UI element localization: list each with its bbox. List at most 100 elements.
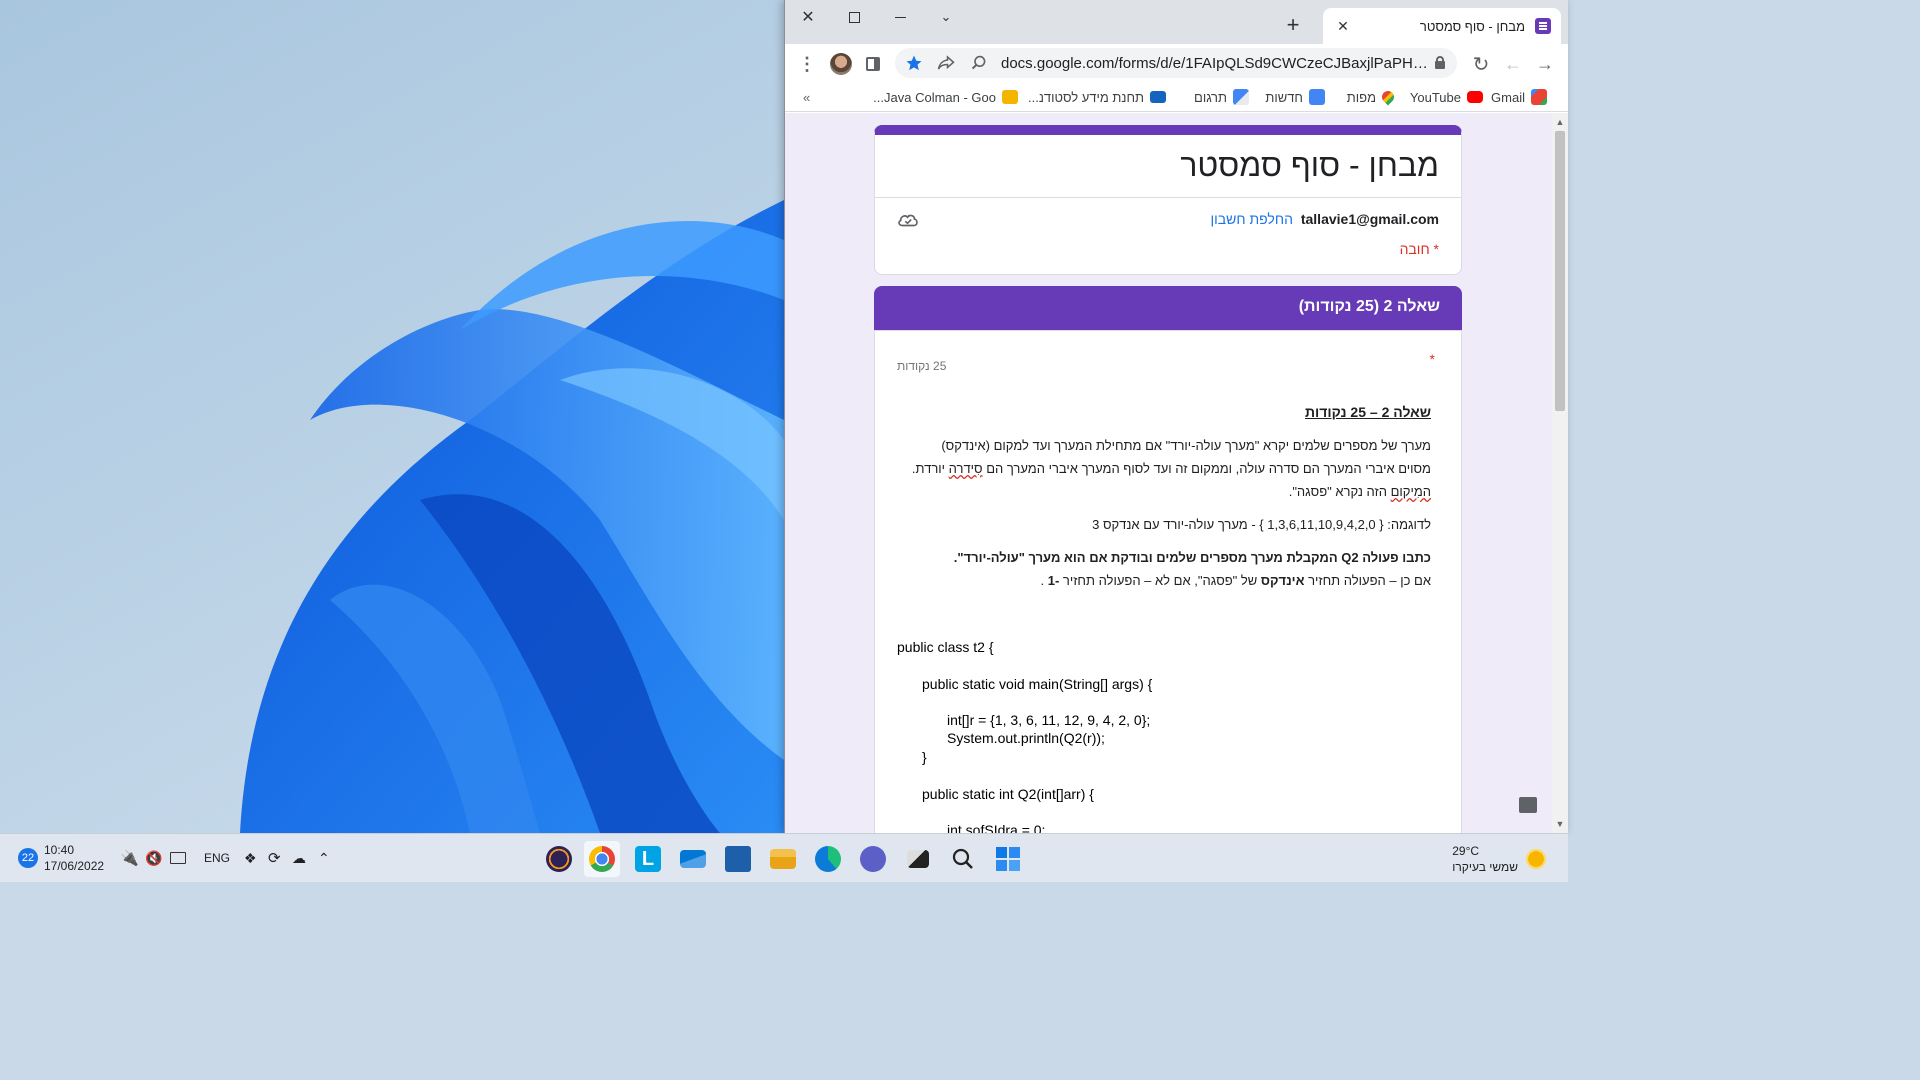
lock-icon[interactable]	[1435, 56, 1445, 69]
task-text: של "פסגה", אם לא – הפעולה תחזיר	[1062, 573, 1258, 588]
question-card: * 25 נקודות שאלה 2 – 25 נקודות מערך של מ…	[874, 330, 1462, 833]
feedback-icon[interactable]	[1519, 797, 1537, 813]
question-description: מערך של מספרים שלמים יקרא "מערך עולה-יור…	[907, 434, 1431, 503]
bookmark-label: מפות	[1346, 89, 1376, 105]
bookmark-label: Gmail	[1491, 89, 1525, 105]
bookmark-label: תחנת מידע לסטודנ...	[1028, 89, 1144, 105]
browser-toolbar: ⋮ docs.google.com/forms/d/e/1FAIpQLSd9CW…	[785, 44, 1568, 82]
description-text: הזה נקרא "פסגה".	[1288, 484, 1387, 499]
code-line: public static void main(String[] args) {	[922, 676, 1153, 692]
bookmark-star-icon[interactable]	[905, 54, 923, 72]
back-icon[interactable]: ←	[1499, 50, 1527, 78]
chrome-icon[interactable]	[584, 841, 620, 877]
question-example: לדוגמה: { 1,3,6,11,10,9,4,2,0 } - מערך ע…	[1092, 517, 1431, 532]
mail-icon[interactable]	[675, 841, 711, 877]
reload-icon[interactable]: ↻	[1467, 50, 1495, 78]
bookmark-gmail[interactable]: Gmail	[1491, 88, 1547, 106]
portal-icon	[1150, 91, 1166, 103]
description-text: מערך של מספרים שלמים יקרא "מערך עולה-יור…	[941, 438, 1431, 476]
notification-count: 22	[18, 848, 38, 868]
page-scrollbar[interactable]: ▲ ▼	[1552, 113, 1568, 833]
tab-close-icon[interactable]: ✕	[1333, 18, 1353, 35]
tab-active[interactable]: מבחן - סוף סמסטר ✕	[1323, 8, 1561, 44]
zoom-search-icon[interactable]	[971, 55, 987, 71]
store-icon[interactable]	[720, 841, 756, 877]
file-explorer-icon[interactable]	[765, 841, 801, 877]
menu-kebab-icon[interactable]: ⋮	[793, 50, 821, 78]
weather-desc: שמשי בעיקרו	[1452, 860, 1518, 874]
scroll-thumb[interactable]	[1555, 131, 1565, 411]
clock[interactable]: 10:40 17/06/2022	[44, 842, 104, 874]
minimize-icon[interactable]	[877, 4, 923, 30]
scroll-down-icon[interactable]: ▼	[1552, 817, 1568, 831]
slides-icon	[1002, 90, 1018, 104]
maximize-icon[interactable]	[831, 4, 877, 30]
search-icon[interactable]	[945, 841, 981, 877]
code-line: int[]r = {1, 3, 6, 11, 12, 9, 4, 2, 0};	[947, 712, 1151, 728]
task-view-icon[interactable]	[900, 841, 936, 877]
question-points: 25 נקודות	[897, 359, 947, 373]
bookmark-translate[interactable]: תרגום	[1194, 88, 1249, 106]
maps-icon	[1379, 88, 1397, 106]
bookmark-portal[interactable]: תחנת מידע לסטודנ...	[1028, 88, 1166, 106]
misspelled-word: סִידרה	[948, 461, 983, 476]
weather-widget[interactable]: 29°C שמשי בעיקרו	[1452, 842, 1546, 876]
side-panel-icon[interactable]	[859, 50, 887, 78]
task-bold-text: כתבו פעולה Q2 המקבלת מערך מספרים שלמים ו…	[953, 550, 1431, 565]
scroll-up-icon[interactable]: ▲	[1552, 115, 1568, 129]
dropbox-icon[interactable]: ❖	[244, 848, 257, 868]
avatar[interactable]	[827, 50, 855, 78]
code-line: public static int Q2(int[]arr) {	[922, 786, 1094, 802]
forward-icon[interactable]: →	[1531, 50, 1559, 78]
start-icon[interactable]	[990, 841, 1026, 877]
question-task: כתבו פעולה Q2 המקבלת מערך מספרים שלמים ו…	[907, 546, 1431, 592]
bookmark-maps[interactable]: מפות	[1346, 88, 1397, 106]
tab-search-chevron-icon[interactable]: ⌄	[923, 4, 969, 30]
cloud-saved-icon	[898, 214, 918, 227]
chevron-up-icon[interactable]: ⌃	[318, 848, 330, 868]
network-icon[interactable]	[170, 848, 186, 868]
switch-account-link[interactable]: החלפת חשבון	[1211, 211, 1293, 227]
misspelled-word: המִיקום	[1390, 484, 1431, 499]
sun-icon	[1526, 849, 1546, 869]
question-text: שאלה 2 – 25 נקודות מערך של מספרים שלמים …	[907, 401, 1431, 592]
bookmark-label: תרגום	[1194, 89, 1227, 105]
required-asterisk: *	[1429, 351, 1435, 367]
onedrive-icon[interactable]: ☁	[292, 848, 306, 868]
code-line: public class t2 {	[897, 639, 994, 655]
l-app-icon[interactable]: L	[630, 841, 666, 877]
question-heading: שאלה 2 – 25 נקודות	[1304, 404, 1431, 420]
language-indicator[interactable]: ENG	[204, 848, 230, 868]
task-text: .	[1040, 573, 1045, 588]
close-window-icon[interactable]: ✕	[785, 4, 831, 30]
battery-icon[interactable]: 🔌	[120, 848, 139, 868]
volume-muted-icon[interactable]: 🔇	[145, 848, 162, 868]
url-text: docs.google.com/forms/d/e/1FAIpQLSd9CWCz…	[1001, 55, 1431, 72]
forms-favicon-icon	[1535, 18, 1551, 34]
account-email: tallavie1@gmail.com	[1300, 211, 1439, 227]
new-tab-button[interactable]: +	[1281, 14, 1305, 38]
bookmark-news[interactable]: חדשות	[1265, 88, 1325, 106]
bookmark-label: YouTube	[1409, 89, 1461, 105]
account-line: tallavie1@gmail.com החלפת חשבון	[1211, 211, 1439, 227]
page-content: מבחן - סוף סמסטר tallavie1@gmail.com החל…	[785, 113, 1553, 833]
bookmark-java-colman[interactable]: Java Colman - Goo...	[873, 88, 1018, 106]
tab-title: מבחן - סוף סמסטר	[1419, 18, 1525, 34]
sync-icon[interactable]: ⟳	[268, 848, 281, 868]
address-bar[interactable]: docs.google.com/forms/d/e/1FAIpQLSd9CWCz…	[895, 48, 1457, 78]
code-line: int sofSIdra = 0;	[947, 822, 1046, 833]
task-bold-word: -1	[1047, 573, 1060, 588]
notification-badge[interactable]: 22	[18, 848, 38, 868]
description-text: יורדת.	[911, 461, 946, 476]
edge-icon[interactable]	[810, 841, 846, 877]
bookmarks-overflow-button[interactable]: »	[803, 88, 810, 106]
share-icon[interactable]	[937, 55, 955, 71]
bookmark-youtube[interactable]: YouTube	[1410, 88, 1483, 106]
bookmark-label: חדשות	[1265, 89, 1303, 105]
teams-icon[interactable]	[855, 841, 891, 877]
task-line: אם כן – הפעולה תחזיר אינדקס של "פסגה", א…	[907, 569, 1431, 592]
required-note: * חובה	[1399, 241, 1439, 257]
clock-date: 17/06/2022	[44, 859, 105, 873]
eclipse-icon[interactable]	[541, 841, 577, 877]
translate-icon	[1233, 89, 1249, 105]
